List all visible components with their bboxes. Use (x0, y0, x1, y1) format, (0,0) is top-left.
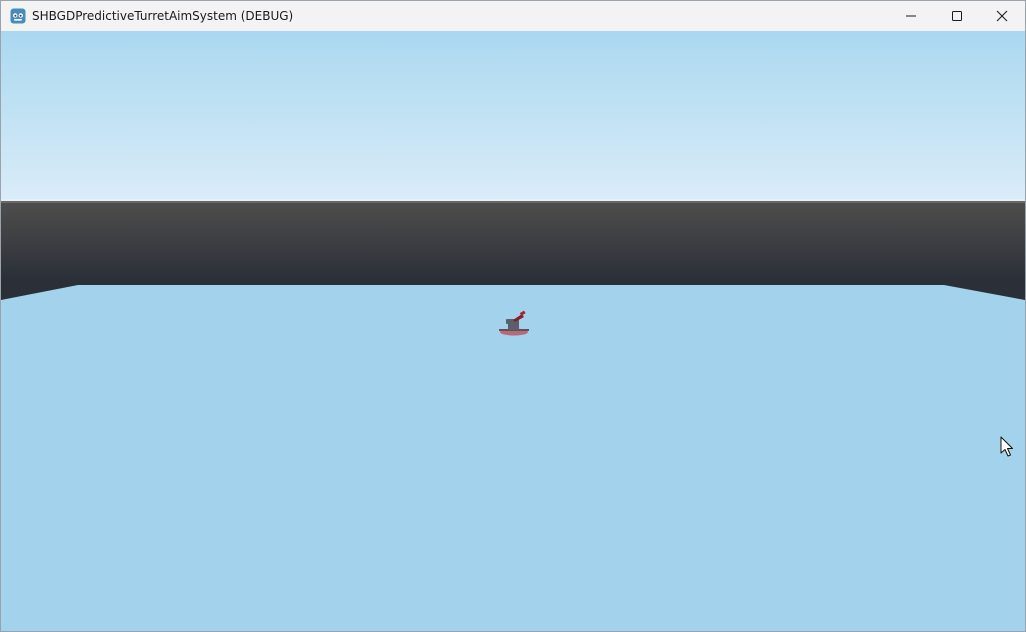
close-icon (996, 10, 1008, 22)
title-bar[interactable]: SHBGDPredictiveTurretAimSystem (DEBUG) (1, 1, 1025, 31)
game-window: SHBGDPredictiveTurretAimSystem (DEBUG) (0, 0, 1026, 632)
game-viewport[interactable] (1, 31, 1025, 631)
close-button[interactable] (979, 1, 1025, 31)
sky (1, 31, 1025, 201)
horizon-line (1, 199, 1025, 201)
arena-floor (1, 285, 1025, 631)
godot-engine-icon (10, 8, 26, 24)
wall-top-edge (1, 201, 1025, 203)
minimize-icon (906, 15, 916, 17)
minimize-button[interactable] (888, 1, 934, 31)
window-title: SHBGDPredictiveTurretAimSystem (DEBUG) (32, 9, 294, 23)
scene-canvas[interactable] (1, 31, 1025, 631)
maximize-icon (952, 11, 962, 21)
maximize-button[interactable] (934, 1, 980, 31)
